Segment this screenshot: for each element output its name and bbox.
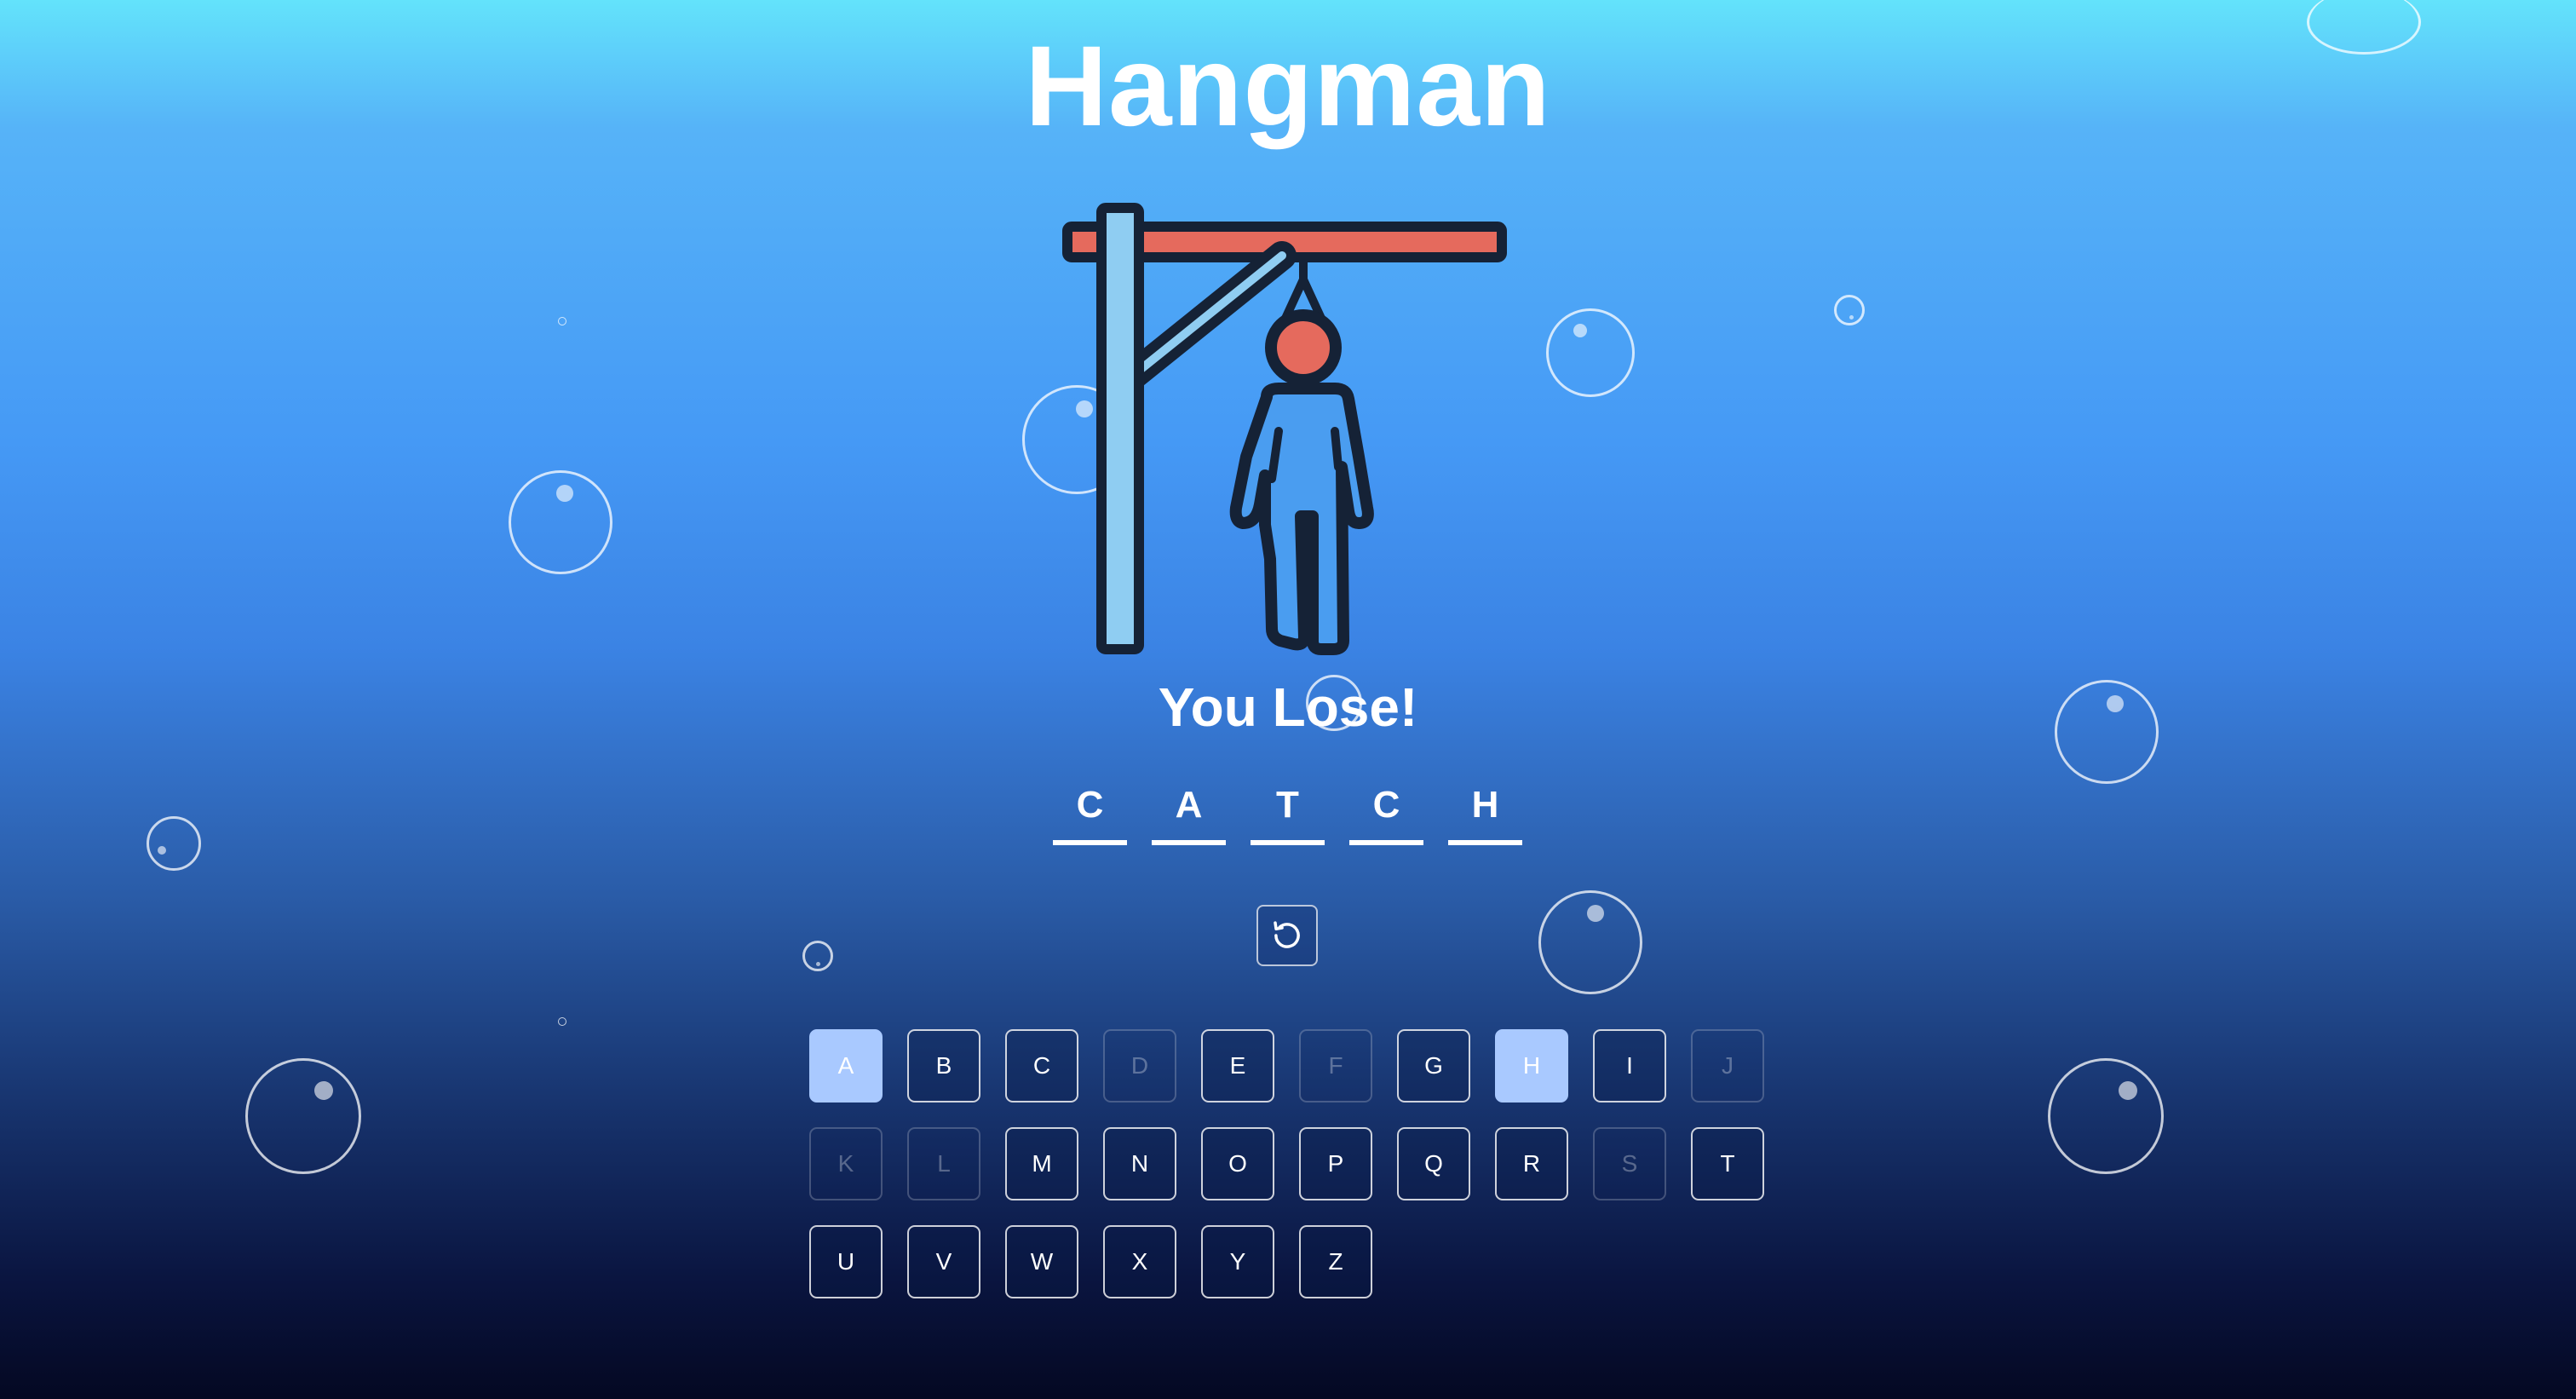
key-l[interactable]: L [907,1127,980,1200]
bubble [509,470,612,574]
bubble [558,317,566,325]
figure-body [1229,383,1374,655]
gallows-post [1096,203,1144,654]
key-p[interactable]: P [1299,1127,1372,1200]
key-n[interactable]: N [1103,1127,1176,1200]
key-i[interactable]: I [1593,1029,1666,1103]
key-a[interactable]: A [809,1029,883,1103]
key-k[interactable]: K [809,1127,883,1200]
key-x[interactable]: X [1103,1225,1176,1298]
word-letter: C [1349,775,1423,845]
key-e[interactable]: E [1201,1029,1274,1103]
hangman-drawing [1062,203,1507,655]
key-r[interactable]: R [1495,1127,1568,1200]
word-display: C A T C H [1053,775,1522,845]
key-w[interactable]: W [1005,1225,1078,1298]
key-u[interactable]: U [809,1225,883,1298]
key-v[interactable]: V [907,1225,980,1298]
key-q[interactable]: Q [1397,1127,1470,1200]
key-t[interactable]: T [1691,1127,1764,1200]
figure-arm-line [1331,427,1343,471]
restart-button[interactable] [1256,905,1318,966]
key-j[interactable]: J [1691,1029,1764,1103]
word-letter: A [1152,775,1226,845]
figure-neck [1291,377,1316,392]
key-c[interactable]: C [1005,1029,1078,1103]
word-letter: T [1251,775,1325,845]
key-s[interactable]: S [1593,1127,1666,1200]
bubble [2048,1058,2164,1174]
key-f[interactable]: F [1299,1029,1372,1103]
page-title: Hangman [1025,23,1551,150]
bubble [802,941,833,971]
key-y[interactable]: Y [1201,1225,1274,1298]
letter-keyboard: ABCDEFGHIJ KLMNOPQRST UVWXYZ [809,1029,1772,1298]
key-b[interactable]: B [907,1029,980,1103]
bubble [147,816,201,871]
bubble [1546,308,1635,397]
game-status: You Lose! [1158,676,1418,738]
key-d[interactable]: D [1103,1029,1176,1103]
bubble [1538,890,1642,994]
key-z[interactable]: Z [1299,1225,1372,1298]
key-m[interactable]: M [1005,1127,1078,1200]
restart-icon [1274,921,1300,948]
bubble [1834,295,1865,325]
word-letter: H [1448,775,1522,845]
figure-head [1265,309,1342,386]
key-o[interactable]: O [1201,1127,1274,1200]
bubble [245,1058,361,1174]
bubble [558,1017,566,1026]
word-letter: C [1053,775,1127,845]
key-g[interactable]: G [1397,1029,1470,1103]
key-h[interactable]: H [1495,1029,1568,1103]
